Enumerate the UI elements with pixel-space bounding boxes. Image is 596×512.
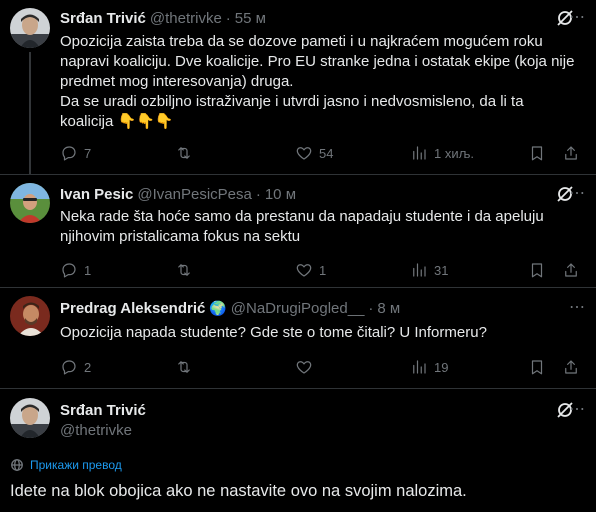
views-button[interactable]: 31 <box>410 260 448 280</box>
like-icon <box>296 264 312 277</box>
tweet-text: Opozicija napada studente? Gde ste o tom… <box>60 324 487 341</box>
bookmark-icon <box>531 263 543 278</box>
author-handle[interactable]: @NaDrugiPogled__ <box>231 300 365 317</box>
repost-button[interactable] <box>175 260 199 280</box>
author-handle[interactable]: @thetrivke <box>150 10 222 27</box>
timestamp[interactable]: 8 м <box>377 300 400 317</box>
views-icon <box>413 146 426 160</box>
reply-icon <box>62 263 76 278</box>
bookmark-button[interactable] <box>528 260 546 280</box>
reply-count: 7 <box>84 145 92 161</box>
more-icon[interactable]: ⋯ <box>569 300 586 316</box>
repost-icon <box>178 264 190 276</box>
timestamp[interactable]: 55 м <box>235 10 266 27</box>
action-bar: 7 54 1 хиљ. <box>60 143 580 163</box>
tweet-header: Predrag Aleksendrić 🌍 @NaDrugiPogled__ ·… <box>60 298 400 318</box>
share-icon <box>565 146 577 160</box>
like-icon <box>296 361 312 374</box>
like-button[interactable]: 54 <box>295 143 333 163</box>
separator-dot: · <box>225 9 231 27</box>
author-name[interactable]: Predrag Aleksendrić <box>60 300 205 317</box>
author-name[interactable]: Srđan Trivić <box>60 402 146 419</box>
like-button[interactable]: 1 <box>295 260 326 280</box>
reply-button[interactable]: 2 <box>60 357 91 377</box>
share-button[interactable] <box>562 357 580 377</box>
bookmark-button[interactable] <box>528 357 546 377</box>
tweet[interactable]: Predrag Aleksendrić 🌍 @NaDrugiPogled__ ·… <box>0 288 596 388</box>
author-handle[interactable]: @IvanPesicPesa <box>137 186 251 203</box>
repost-button[interactable] <box>175 357 199 377</box>
share-button[interactable] <box>562 260 580 280</box>
like-icon <box>296 147 312 160</box>
share-icon <box>565 263 577 277</box>
bookmark-icon <box>531 146 543 161</box>
thread-line <box>29 52 31 174</box>
more-icon[interactable]: ⋯ <box>569 10 586 26</box>
globe-icon <box>11 459 23 471</box>
tweet[interactable]: Srđan Trivić @thetrivke · 55 м ⋯ Opozici… <box>0 0 596 174</box>
separator-dot: · <box>255 185 261 203</box>
avatar[interactable] <box>10 8 50 48</box>
bookmark-button[interactable] <box>528 143 546 163</box>
tweet-text: Neka rade šta hoće samo da prestanu da n… <box>60 208 548 245</box>
tweet-header: Srđan Trivić @thetrivke · 55 м <box>60 8 266 28</box>
translate-link[interactable]: Прикажи превод <box>10 457 122 473</box>
repost-button[interactable] <box>175 143 199 163</box>
tweet-text: Opozicija zaista treba da se dozove pame… <box>60 33 575 130</box>
like-count: 54 <box>319 145 334 161</box>
like-count: 1 <box>319 262 327 278</box>
globe-emoji: 🌍 <box>209 299 227 316</box>
like-button[interactable] <box>295 357 319 377</box>
more-icon[interactable]: ⋯ <box>569 402 586 418</box>
author-handle[interactable]: @thetrivke <box>60 422 132 439</box>
share-icon <box>565 360 577 374</box>
repost-icon <box>178 361 190 373</box>
views-count: 31 <box>434 262 449 278</box>
views-icon <box>413 360 426 374</box>
views-count: 19 <box>434 359 449 375</box>
divider <box>0 388 596 389</box>
reply-icon <box>62 146 76 161</box>
reply-button[interactable]: 7 <box>60 143 91 163</box>
action-bar: 2 19 <box>60 357 580 377</box>
views-count: 1 хиљ. <box>434 145 474 161</box>
bookmark-icon <box>531 360 543 375</box>
avatar[interactable] <box>10 183 50 223</box>
separator-dot: · <box>368 299 374 317</box>
reply-count: 2 <box>84 359 92 375</box>
tweet[interactable]: Ivan Pesic @IvanPesicPesa · 10 м ⋯ Neka … <box>0 175 596 287</box>
views-icon <box>413 263 426 277</box>
more-icon[interactable]: ⋯ <box>569 186 586 202</box>
reply-count: 1 <box>84 262 92 278</box>
avatar[interactable] <box>10 296 50 336</box>
action-bar: 1 1 31 <box>60 260 580 280</box>
author-name[interactable]: Ivan Pesic <box>60 186 133 203</box>
translate-label: Прикажи превод <box>30 458 122 472</box>
reply-button[interactable]: 1 <box>60 260 91 280</box>
views-button[interactable]: 19 <box>410 357 448 377</box>
avatar[interactable] <box>10 398 50 438</box>
tweet-header: Ivan Pesic @IvanPesicPesa · 10 м <box>60 184 296 204</box>
share-button[interactable] <box>562 143 580 163</box>
views-button[interactable]: 1 хиљ. <box>410 143 474 163</box>
repost-icon <box>178 147 190 159</box>
tweet-text: Idete na blok obojica ako ne nastavite o… <box>10 482 467 500</box>
author-name[interactable]: Srđan Trivić <box>60 10 146 27</box>
reply-icon <box>62 360 76 375</box>
timestamp[interactable]: 10 м <box>265 186 296 203</box>
